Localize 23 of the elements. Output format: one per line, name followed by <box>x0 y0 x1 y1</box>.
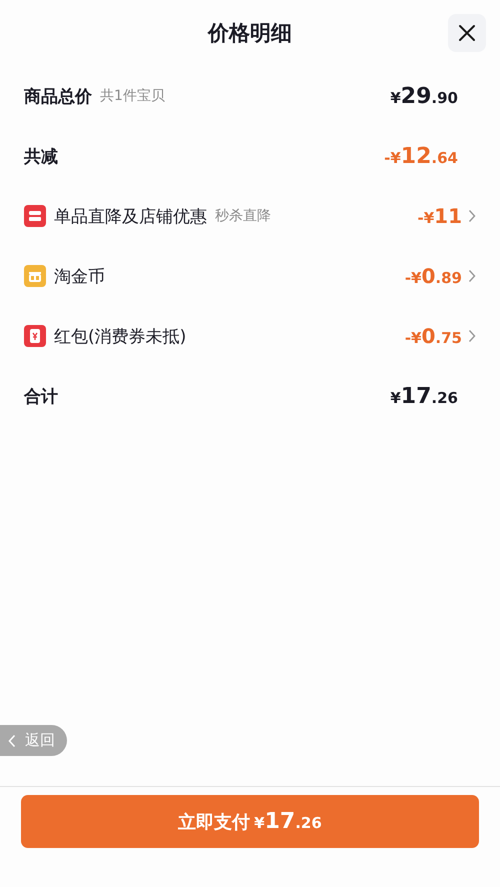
close-icon <box>457 23 477 43</box>
back-button[interactable]: 返回 <box>0 725 67 756</box>
chevron-icon[interactable] <box>468 329 476 343</box>
row-label: 共减 <box>24 146 58 168</box>
price-amount: -¥0.75 <box>404 324 462 348</box>
pay-button[interactable]: 立即支付 ¥17.26 <box>21 795 479 848</box>
chevron-icon[interactable] <box>468 269 476 283</box>
sheet-title: 价格明细 <box>208 20 292 47</box>
envelope-icon <box>24 325 46 347</box>
row-label: 单品直降及店铺优惠 <box>54 206 207 228</box>
price-amount: -¥12.64 <box>384 144 458 168</box>
row-label: 淘金币 <box>54 266 105 288</box>
price-amount: ¥17.26 <box>390 384 458 408</box>
price-amount: ¥29.90 <box>390 84 458 108</box>
row-label: 商品总价 <box>24 86 92 108</box>
row-note: 秒杀直降 <box>215 207 271 225</box>
chevron-icon[interactable] <box>468 209 476 223</box>
row-note: 共1件宝贝 <box>100 87 165 105</box>
close-button[interactable] <box>448 14 486 52</box>
row-label: 合计 <box>24 386 58 408</box>
price-amount: -¥0.89 <box>404 264 462 288</box>
price-amount: -¥11 <box>417 204 462 228</box>
row-label: 红包(消费券未抵) <box>54 326 186 348</box>
